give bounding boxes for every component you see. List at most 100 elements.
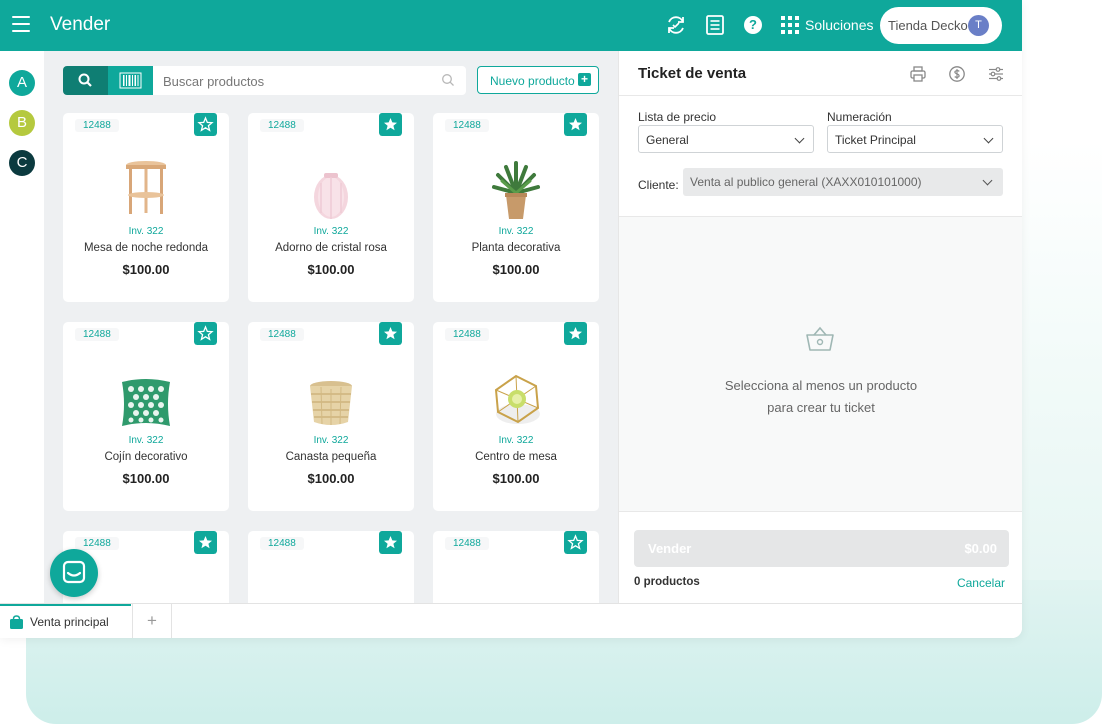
favorite-star-filled-icon[interactable] [379, 322, 402, 345]
side-table-icon [126, 161, 166, 214]
print-icon[interactable] [909, 65, 927, 83]
solutions-link[interactable]: Soluciones [805, 17, 874, 33]
client-label: Cliente: [638, 178, 679, 192]
product-code: 12488 [75, 119, 119, 132]
help-icon[interactable]: ? [744, 16, 762, 34]
numbering-label: Numeración [827, 110, 892, 124]
product-name: Canasta pequeña [285, 451, 377, 463]
add-icon: + [578, 73, 591, 86]
product-name: Cojín decorativo [104, 451, 188, 463]
favorite-star-filled-icon[interactable] [564, 322, 587, 345]
tab-label: Venta principal [30, 615, 109, 629]
product-code: 12488 [260, 537, 304, 550]
pink-vase-icon [314, 173, 348, 219]
receipt-list-icon[interactable] [704, 14, 726, 36]
product-price: $100.00 [122, 262, 170, 277]
new-product-button[interactable]: Nuevo producto + [477, 66, 599, 94]
add-tab-button[interactable]: + [132, 604, 172, 638]
product-price: $100.00 [307, 262, 355, 277]
client-value: Venta al publico general (XAXX010101000) [690, 175, 922, 189]
product-card[interactable]: 12488 Inv. 322 Centro de mesa $100.00 [433, 322, 599, 511]
sync-icon[interactable] [665, 14, 687, 36]
shopping-bag-icon [10, 615, 23, 629]
chat-support-button[interactable] [50, 549, 98, 597]
ticket-title: Ticket de venta [638, 65, 747, 82]
basket-icon [310, 381, 352, 425]
cancel-button[interactable]: Cancelar [957, 576, 1005, 590]
search-input[interactable] [161, 66, 445, 97]
favorite-star-filled-icon[interactable] [194, 531, 217, 554]
favorite-star-filled-icon[interactable] [379, 113, 402, 136]
product-card[interactable]: 12488 Inv. 322 Adorno de cristal rosa $1… [248, 113, 414, 302]
product-count: 0 productos [634, 576, 700, 588]
tab-main-sale[interactable]: Venta principal [0, 604, 131, 638]
favorite-star-outline-icon[interactable] [194, 113, 217, 136]
product-code: 12488 [445, 328, 489, 341]
pos-app-window: Vender ? Soluciones Tienda Decko T A B C [0, 0, 1022, 638]
top-bar: Vender ? Soluciones Tienda Decko T [0, 0, 1022, 51]
product-card[interactable]: 12488 Inv. 322 Planta decorativa $100.00 [433, 113, 599, 302]
product-code: 12488 [75, 328, 119, 341]
currency-icon[interactable] [948, 65, 966, 83]
settings-sliders-icon[interactable] [987, 65, 1005, 83]
sale-tabs-bar: Venta principal + [0, 603, 1022, 638]
product-name: Planta decorativa [471, 242, 561, 254]
barcode-scan-button[interactable] [108, 66, 153, 95]
product-name: Centro de mesa [475, 451, 557, 463]
search-button[interactable] [63, 66, 108, 95]
chevron-down-icon [794, 133, 805, 144]
product-inventory: Inv. 322 [313, 226, 349, 237]
background-fade [1022, 140, 1102, 580]
account-c-button[interactable]: C [9, 150, 35, 176]
favorite-star-filled-icon[interactable] [564, 113, 587, 136]
account-b-button[interactable]: B [9, 110, 35, 136]
numbering-value: Ticket Principal [835, 133, 916, 147]
chat-icon [62, 560, 86, 584]
store-name: Tienda Decko [888, 18, 968, 33]
potted-plant-icon [492, 161, 540, 219]
cushion-icon [122, 379, 170, 426]
chevron-down-icon [983, 133, 994, 144]
product-code: 12488 [260, 119, 304, 132]
price-list-value: General [646, 133, 689, 147]
client-select[interactable]: Venta al publico general (XAXX010101000) [683, 168, 1003, 196]
product-code: 12488 [445, 119, 489, 132]
product-inventory: Inv. 322 [128, 435, 164, 446]
product-inventory: Inv. 322 [128, 226, 164, 237]
product-inventory: Inv. 322 [313, 435, 349, 446]
favorite-star-outline-icon[interactable] [194, 322, 217, 345]
chevron-down-icon [982, 175, 993, 186]
sell-label: Vender [648, 541, 692, 556]
sale-ticket-panel: Ticket de venta Lista de precio General … [618, 51, 1022, 603]
favorite-star-outline-icon[interactable] [564, 531, 587, 554]
product-card[interactable]: 12488 Inv. 322 Canasta pequeña $100.00 [248, 322, 414, 511]
sell-button[interactable]: Vender $0.00 [634, 530, 1009, 567]
account-a-button[interactable]: A [9, 70, 35, 96]
empty-message-line2: para crear tu ticket [767, 400, 875, 415]
favorite-star-filled-icon[interactable] [379, 531, 402, 554]
empty-ticket-area: Selecciona al menos un producto para cre… [619, 217, 1022, 511]
avatar: T [968, 15, 989, 36]
empty-message-line1: Selecciona al menos un producto [724, 378, 918, 393]
new-product-label: Nuevo producto [490, 74, 575, 88]
product-code: 12488 [445, 537, 489, 550]
price-list-select[interactable]: General [638, 125, 814, 153]
product-price: $100.00 [492, 471, 540, 486]
product-name: Adorno de cristal rosa [275, 242, 387, 254]
hamburger-menu-icon[interactable] [12, 16, 30, 32]
product-card[interactable]: 12488 Inv. 322 Cojín decorativo $100.00 [63, 322, 229, 511]
product-code: 12488 [260, 328, 304, 341]
product-card[interactable]: 12488 Inv. 322 Mesa de noche redonda $10… [63, 113, 229, 302]
barcode-icon [119, 72, 142, 89]
product-name: Mesa de noche redonda [83, 242, 209, 254]
store-selector[interactable]: Tienda Decko T [880, 7, 1002, 44]
product-price: $100.00 [492, 262, 540, 277]
shopping-basket-icon [806, 326, 834, 351]
product-price: $100.00 [307, 471, 355, 486]
numbering-select[interactable]: Ticket Principal [827, 125, 1003, 153]
apps-grid-icon[interactable] [781, 16, 799, 34]
page-title: Vender [50, 14, 111, 35]
divider [619, 511, 1022, 512]
product-catalog: Nuevo producto + 12488 Inv. 322 Mesa de … [44, 51, 618, 638]
search-bar [63, 66, 466, 97]
